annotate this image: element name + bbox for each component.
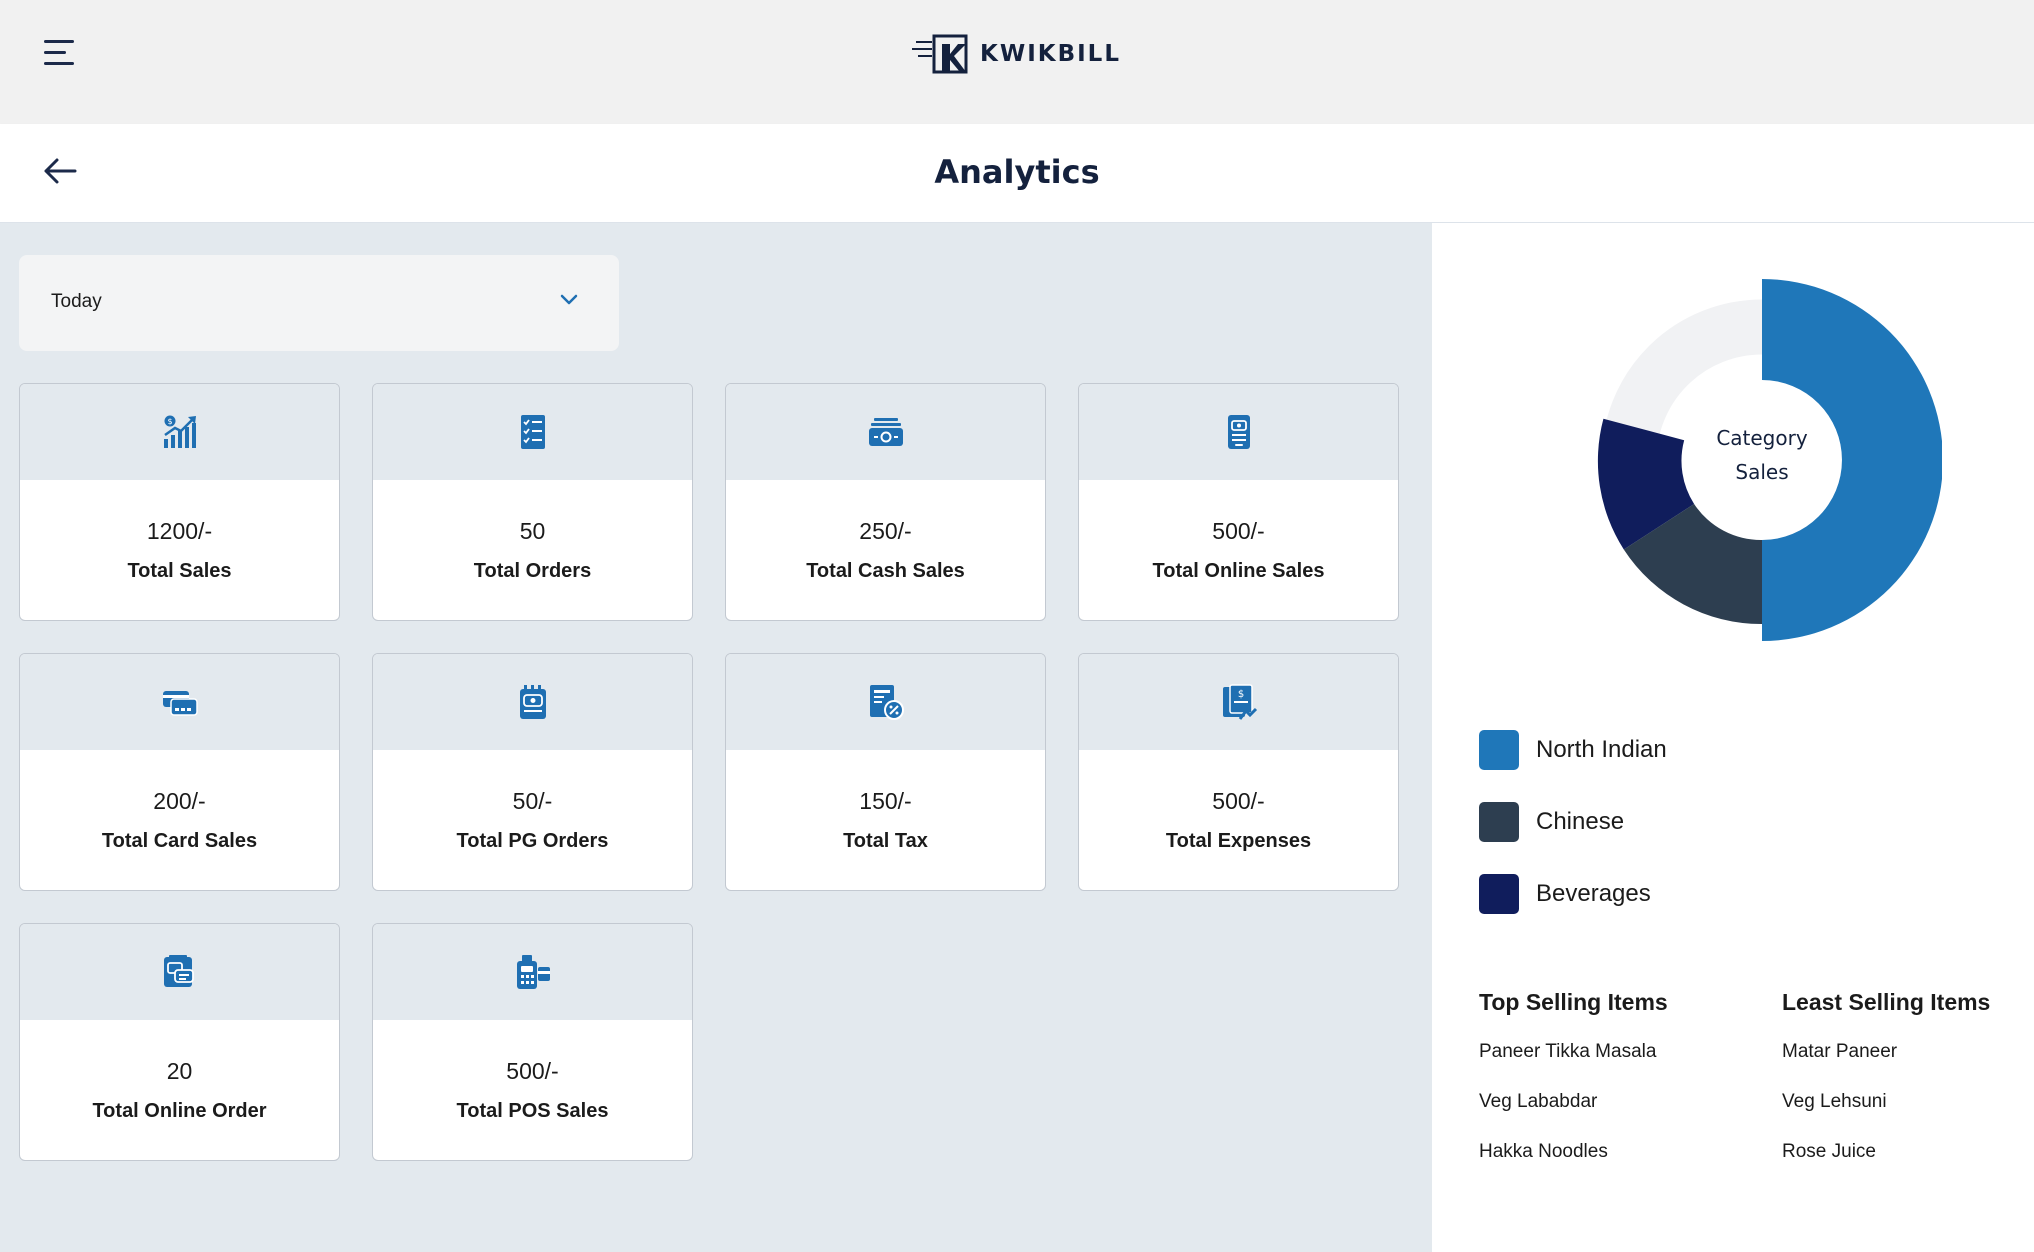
list-item: Rose Juice [1782,1141,1876,1162]
card-value: 500/- [506,1058,559,1084]
brand-logo: KWIKBILL [912,30,1121,78]
page-title: Analytics [934,153,1100,191]
pos-terminal-icon [516,955,550,989]
card-value: 500/- [1212,518,1265,544]
card-label: Total Cash Sales [806,560,965,582]
card-label: Total Card Sales [101,830,258,852]
total-tax-card[interactable]: 150/- Total Tax [725,653,1046,891]
tax-receipt-icon [869,685,904,720]
card-label: Total Online Order [92,1100,267,1122]
card-icon-area [20,654,339,750]
main-content: Today $ 1200/- Total Sales 50 Total Orde… [0,223,1432,1252]
list-item: Veg Lababdar [1479,1091,1598,1112]
donut-center-line2: Sales [1735,460,1789,484]
mobile-payment-icon [1227,415,1250,449]
total-online-order-card[interactable]: 20 Total Online Order [19,923,340,1161]
payment-gateway-icon [519,685,546,719]
card-icon-area [726,654,1045,750]
top-bar: KWIKBILL [0,0,2034,124]
least-selling-heading: Least Selling Items [1782,989,1991,1015]
card-value: 20 [166,1058,193,1084]
card-label: Total PG Orders [456,830,609,852]
side-panel: Category Sales North Indian Chinese Beve… [1432,223,2034,1252]
list-item: Veg Lehsuni [1782,1091,1887,1112]
card-value: 500/- [1212,788,1265,814]
kwikbill-logo-icon [912,34,968,74]
checklist-icon [520,415,545,449]
card-value: 150/- [859,788,912,814]
card-value: 1200/- [146,518,213,544]
total-orders-card[interactable]: 50 Total Orders [372,383,693,621]
legend-label: North Indian [1536,736,1667,763]
card-label: Total Sales [127,560,232,582]
card-icon-area [373,924,692,1020]
card-icon-area [1079,384,1398,480]
online-order-icon [163,955,194,987]
total-online-sales-card[interactable]: 500/- Total Online Sales [1078,383,1399,621]
legend-item-north-indian: North Indian [1479,729,1667,771]
least-selling-list: Least Selling Items Matar Paneer Veg Leh… [1782,989,1990,1188]
dropdown-selected-value: Today [51,291,102,312]
svg-text:$: $ [1237,689,1243,700]
list-item: Matar Paneer [1782,1041,1898,1062]
date-range-dropdown[interactable]: Today [19,255,619,351]
top-selling-heading: Top Selling Items [1479,989,1668,1015]
legend-label: Beverages [1536,880,1651,907]
legend-swatch [1479,730,1519,770]
card-value: 50 [519,518,546,544]
chevron-down-icon [560,294,578,305]
title-bar: Analytics [0,124,2034,223]
card-label: Total Expenses [1165,830,1312,852]
expense-receipt-icon: $ [1222,684,1257,720]
legend-swatch [1479,802,1519,842]
card-value: 250/- [859,518,912,544]
list-item: Paneer Tikka Masala [1479,1041,1657,1062]
card-label: Total POS Sales [456,1100,609,1122]
card-label: Total Tax [843,830,928,852]
sales-growth-icon: $ [163,415,196,448]
menu-icon[interactable] [44,40,76,66]
card-icon-area: $ [20,384,339,480]
credit-card-icon [162,691,198,716]
card-value: 200/- [153,788,206,814]
cash-icon [868,418,903,446]
donut-center-label: Category Sales [1582,421,1942,489]
card-icon-area [726,384,1045,480]
total-pos-sales-card[interactable]: 500/- Total POS Sales [372,923,693,1161]
total-sales-card[interactable]: $ 1200/- Total Sales [19,383,340,621]
donut-center-line1: Category [1716,426,1808,450]
card-icon-area: $ [1079,654,1398,750]
card-value: 50/- [512,788,553,814]
card-icon-area [20,924,339,1020]
top-selling-list: Top Selling Items Paneer Tikka Masala Ve… [1479,989,1668,1188]
legend-item-chinese: Chinese [1479,801,1624,843]
legend-swatch [1479,874,1519,914]
total-cash-sales-card[interactable]: 250/- Total Cash Sales [725,383,1046,621]
brand-name: KWIKBILL [980,41,1121,67]
total-card-sales-card[interactable]: 200/- Total Card Sales [19,653,340,891]
legend-item-beverages: Beverages [1479,873,1651,915]
card-icon-area [373,654,692,750]
card-icon-area [373,384,692,480]
total-pg-orders-card[interactable]: 50/- Total PG Orders [372,653,693,891]
legend-label: Chinese [1536,808,1625,835]
total-expenses-card[interactable]: $ 500/- Total Expenses [1078,653,1399,891]
card-label: Total Online Sales [1152,560,1325,582]
list-item: Hakka Noodles [1479,1141,1608,1162]
svg-text:$: $ [167,417,172,426]
card-label: Total Orders [473,560,592,582]
